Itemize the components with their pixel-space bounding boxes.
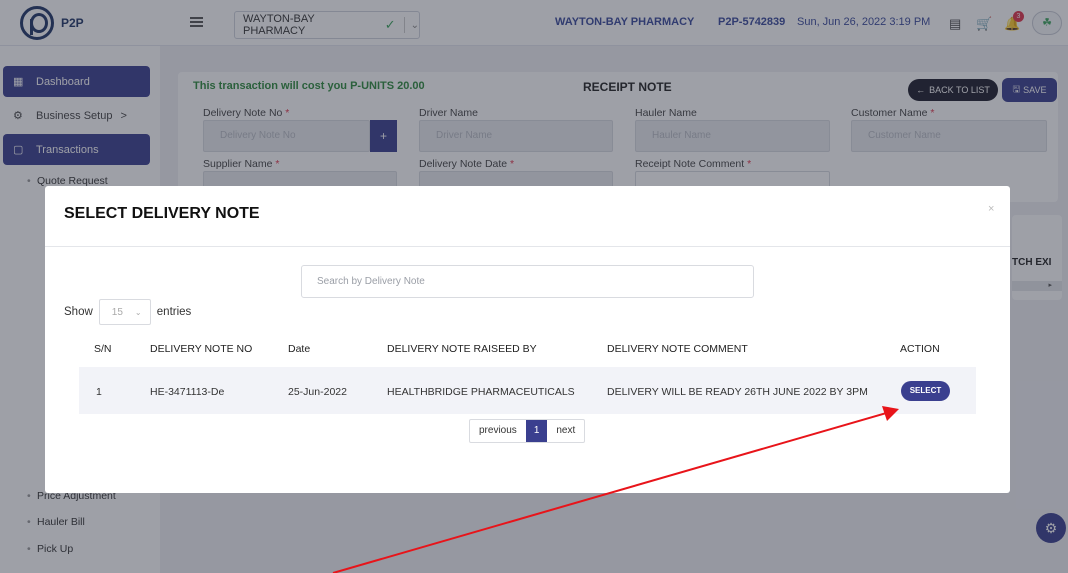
column-header-raised-by: DELIVERY NOTE RAISEED BY [387,343,537,355]
select-delivery-note-button[interactable]: SELECT [901,381,950,401]
cell-raised-by: HEALTHBRIDGE PHARMACEUTICALS [387,386,575,398]
column-header-sn: S/N [94,343,112,355]
entries-control: Show 15 ⌄ entries [64,299,191,325]
pagination: previous 1 next [469,419,586,443]
select-delivery-note-modal: SELECT DELIVERY NOTE × Search by Deliver… [45,186,1010,493]
modal-title: SELECT DELIVERY NOTE [64,205,260,222]
entries-label: entries [156,306,192,318]
delivery-note-search-input[interactable]: Search by Delivery Note [301,265,754,298]
show-label: Show [64,306,93,318]
previous-page-button[interactable]: previous [470,420,526,442]
current-page-button[interactable]: 1 [525,420,548,442]
close-icon[interactable]: × [988,203,994,215]
chevron-down-icon: ⌄ [134,307,142,317]
column-header-comment: DELIVERY NOTE COMMENT [607,343,748,355]
next-page-button[interactable]: next [547,420,584,442]
entries-select-value: 15 [111,306,123,318]
cell-delivery-note-no: HE-3471113-De [150,386,225,398]
entries-select[interactable]: 15 ⌄ [98,299,151,325]
cell-sn: 1 [96,386,102,398]
cell-comment: DELIVERY WILL BE READY 26TH JUNE 2022 BY… [607,386,868,398]
column-header-action: ACTION [900,343,940,355]
column-header-date: Date [288,343,311,355]
modal-divider [45,246,1010,247]
column-header-delivery-note-no: DELIVERY NOTE NO [150,343,253,355]
cell-date: 25-Jun-2022 [288,386,347,398]
